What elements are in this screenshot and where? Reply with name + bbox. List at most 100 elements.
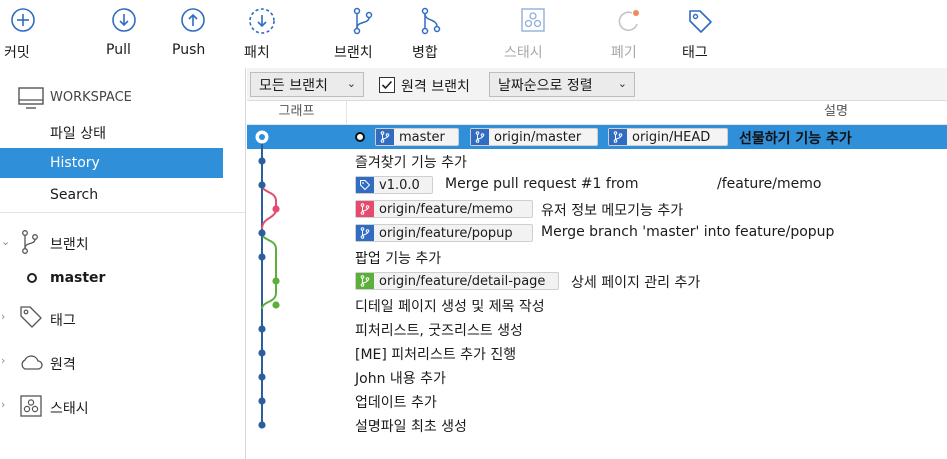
commit-label: 커밋 — [4, 45, 30, 61]
table-row[interactable]: origin/feature/popup Merge branch 'maste… — [247, 221, 947, 245]
chevron-right-icon: › — [1, 354, 6, 367]
branch-label-origin-feature-memo[interactable]: origin/feature/memo — [355, 200, 533, 218]
branch-icon — [356, 273, 374, 289]
branch-label-origin-feature-popup[interactable]: origin/feature/popup — [355, 224, 533, 242]
merge-label: 병합 — [412, 45, 438, 61]
commit-message: 디테일 페이지 생성 및 제목 작성 — [355, 299, 545, 315]
sidebar-item-search[interactable]: Search — [0, 180, 223, 210]
table-row[interactable]: origin/feature/memo 유저 정보 메모기능 추가 — [247, 197, 947, 221]
tags-label: 태그 — [50, 313, 76, 329]
branch-label: 브랜치 — [334, 45, 373, 61]
branch-name: origin/HEAD — [632, 129, 711, 145]
sort-value: 날짜순으로 정렬 — [498, 77, 593, 94]
plus-circle-icon — [11, 8, 35, 32]
chevron-right-icon: › — [1, 310, 6, 323]
commit-node — [258, 253, 266, 261]
discard-button[interactable]: 폐기 — [606, 0, 646, 68]
commit-node — [258, 181, 266, 189]
branch-icon — [609, 129, 627, 145]
branch-filter-dropdown[interactable]: 모든 브랜치 ⌄ — [250, 72, 364, 97]
stash-label: 스태시 — [504, 45, 543, 61]
branch-label-origin-head[interactable]: origin/HEAD — [608, 128, 728, 146]
detail-branch-line — [261, 232, 277, 310]
table-row[interactable]: master origin/master origin/HEAD 선물하기 기능… — [247, 125, 947, 149]
check-icon — [381, 80, 393, 90]
stashes-section[interactable]: › 스태시 — [0, 390, 246, 422]
description-column-header[interactable]: 설명 — [824, 101, 848, 123]
table-row[interactable]: v1.0.0 Merge pull request #1 from /featu… — [247, 173, 947, 197]
commit-message: 유저 정보 메모기능 추가 — [541, 203, 684, 219]
stashes-label: 스태시 — [50, 401, 89, 417]
branch-name: origin/feature/detail-page — [379, 273, 546, 289]
table-row[interactable]: 피처리스트, 굿즈리스트 생성 — [247, 317, 947, 341]
commit-message: 업데이트 추가 — [355, 395, 437, 411]
remotes-section[interactable]: › 원격 — [0, 346, 246, 378]
commit-node — [258, 157, 266, 165]
tag-icon — [20, 306, 42, 328]
branches-section[interactable]: ⌄ 브랜치 — [0, 226, 246, 258]
commit-message: John 내용 추가 — [355, 371, 446, 387]
table-row[interactable]: 설명파일 최초 생성 — [247, 413, 947, 437]
table-row[interactable]: 업데이트 추가 — [247, 389, 947, 413]
tag-name: v1.0.0 — [379, 177, 420, 193]
merge-button[interactable]: 병합 — [408, 0, 448, 68]
monitor-icon — [18, 87, 44, 109]
tags-section[interactable]: › 태그 — [0, 302, 246, 334]
stash-icon — [521, 8, 545, 32]
table-row[interactable]: 즐겨찾기 기능 추가 — [247, 149, 947, 173]
pull-label: Pull — [106, 42, 131, 58]
branch-icon — [356, 225, 374, 241]
tag-button[interactable]: 태그 — [678, 0, 718, 68]
table-row[interactable]: 팝업 기능 추가 — [247, 245, 947, 269]
remotes-label: 원격 — [50, 357, 76, 373]
commit-button[interactable]: 커밋 — [0, 0, 40, 68]
commit-message: [ME] 피처리스트 추가 진행 — [355, 347, 517, 363]
branch-item-master[interactable]: master — [0, 262, 246, 294]
sidebar: WORKSPACE 파일 상태 History Search ⌄ 브랜치 mas… — [0, 68, 246, 459]
chevron-down-icon: ⌄ — [1, 235, 11, 248]
table-row[interactable]: [ME] 피처리스트 추가 진행 — [247, 341, 947, 365]
push-button[interactable]: Push — [168, 0, 210, 68]
dashed-arrow-down-circle-icon — [248, 8, 275, 34]
branch-label-origin-master[interactable]: origin/master — [470, 128, 598, 146]
filter-bar: 모든 브랜치 ⌄ 원격 브랜치 날짜순으로 정렬 ⌄ — [247, 68, 947, 101]
tag-label-v1[interactable]: v1.0.0 — [355, 176, 433, 194]
commit-graph — [255, 130, 280, 429]
branch-name: origin/master — [494, 129, 582, 145]
branch-button[interactable]: 브랜치 — [332, 0, 382, 68]
commit-node — [272, 301, 280, 309]
commit-message: 피처리스트, 굿즈리스트 생성 — [355, 323, 523, 339]
sort-dropdown[interactable]: 날짜순으로 정렬 ⌄ — [489, 72, 635, 97]
workspace-section[interactable]: WORKSPACE — [0, 82, 246, 114]
tag-label: 태그 — [682, 45, 708, 61]
divider — [0, 212, 246, 213]
branch-icon — [376, 129, 394, 145]
graph-column-header[interactable]: 그래프 — [247, 101, 347, 125]
commit-node — [258, 325, 266, 333]
branch-name: origin/feature/memo — [379, 201, 513, 217]
sidebar-item-history[interactable]: History — [0, 148, 223, 178]
remote-branches-label: 원격 브랜치 — [401, 79, 470, 95]
branch-label-master[interactable]: master — [375, 128, 459, 146]
search-label: Search — [50, 187, 99, 203]
branch-label-origin-feature-detail-page[interactable]: origin/feature/detail-page — [355, 272, 559, 290]
table-row[interactable]: origin/feature/detail-page 상세 페이지 관리 추가 — [247, 269, 947, 293]
current-branch-icon — [27, 273, 37, 283]
commit-node — [258, 421, 266, 429]
remote-branches-checkbox[interactable] — [379, 77, 395, 93]
arrow-up-circle-icon — [180, 8, 205, 32]
commit-message: Merge branch 'master' into feature/popup — [541, 224, 835, 240]
push-label: Push — [172, 42, 206, 58]
fetch-button[interactable]: 패치 — [240, 0, 280, 68]
current-branch-label: master — [50, 270, 106, 286]
pull-button[interactable]: Pull — [100, 0, 140, 68]
table-row[interactable]: 디테일 페이지 생성 및 제목 작성 — [247, 293, 947, 317]
sidebar-item-file-status[interactable]: 파일 상태 — [0, 118, 223, 148]
branch-name: origin/feature/popup — [379, 225, 513, 241]
merge-icon — [421, 7, 441, 35]
stash-button[interactable]: 스태시 — [502, 0, 552, 68]
history-panel: 모든 브랜치 ⌄ 원격 브랜치 날짜순으로 정렬 ⌄ 그래프 설명 master — [247, 68, 947, 459]
commit-message: 선물하기 기능 추가 — [739, 131, 852, 147]
branch-icon — [22, 230, 38, 254]
table-row[interactable]: John 내용 추가 — [247, 365, 947, 389]
